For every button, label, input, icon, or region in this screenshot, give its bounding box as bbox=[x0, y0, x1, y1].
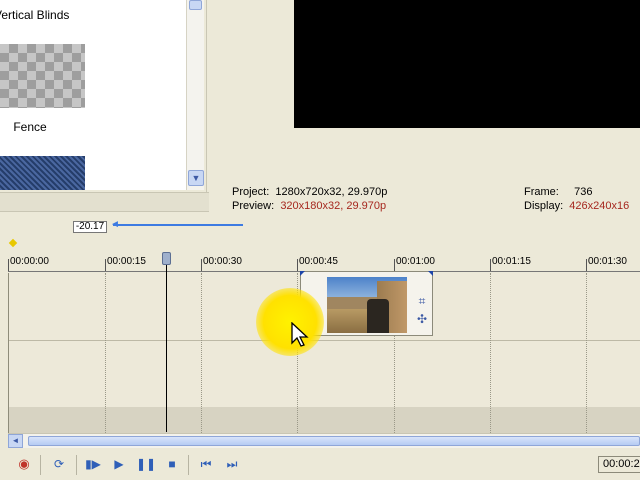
scrollbar-thumb[interactable] bbox=[189, 0, 202, 10]
record-icon[interactable]: ◉ bbox=[15, 456, 33, 473]
play-icon[interactable]: ▶ bbox=[110, 456, 128, 473]
grid-line bbox=[490, 273, 491, 433]
loop-region-bar[interactable] bbox=[113, 224, 243, 226]
frame-info: Frame: 736 bbox=[524, 186, 592, 198]
separator bbox=[188, 455, 189, 475]
transition-label-fence[interactable]: Fence bbox=[0, 120, 60, 134]
display-value: 426x240x16 bbox=[569, 200, 630, 212]
ruler-tick bbox=[586, 259, 587, 271]
project-value: 1280x720x32, 29.970p bbox=[275, 186, 388, 198]
ruler-label: 00:00:30 bbox=[203, 256, 242, 267]
grid-line bbox=[8, 273, 9, 433]
track-divider bbox=[8, 340, 640, 341]
grid-line bbox=[201, 273, 202, 433]
next-frame-icon[interactable]: ⏭ bbox=[223, 456, 241, 473]
preview-label: Preview: bbox=[232, 200, 275, 212]
ruler-tick bbox=[105, 259, 106, 271]
ruler-label: 00:01:30 bbox=[588, 256, 627, 267]
play-from-start-icon[interactable]: ▮▶ bbox=[84, 456, 102, 473]
transitions-panel: Vertical Blinds Fence ▼ bbox=[0, 0, 207, 192]
video-preview-screen bbox=[294, 0, 640, 128]
project-label: Project: bbox=[232, 186, 270, 198]
display-info: Display: 426x240x16 bbox=[524, 200, 629, 212]
ruler-tick bbox=[297, 259, 298, 271]
display-label: Display: bbox=[524, 200, 564, 212]
scroll-left-icon[interactable]: ◄ bbox=[8, 434, 23, 448]
mouse-pointer-icon bbox=[291, 322, 309, 347]
transition-thumb-fence[interactable] bbox=[0, 44, 85, 108]
timecode-display: 00:00:2 bbox=[598, 456, 640, 473]
grid-line bbox=[105, 273, 106, 433]
ruler-tick bbox=[8, 259, 9, 271]
clip-fade-handle[interactable] bbox=[300, 271, 305, 276]
playhead-handle[interactable] bbox=[162, 252, 171, 265]
ruler-label: 00:00:45 bbox=[299, 256, 338, 267]
playhead-line[interactable] bbox=[166, 258, 167, 432]
vertical-scrollbar[interactable]: ▼ bbox=[186, 0, 204, 190]
scrollbar-thumb[interactable] bbox=[28, 436, 640, 446]
ruler-label: 00:00:15 bbox=[107, 256, 146, 267]
transitions-list: Vertical Blinds Fence bbox=[0, 0, 186, 190]
ruler-label: 00:00:00 bbox=[10, 256, 49, 267]
pause-icon[interactable]: ❚❚ bbox=[136, 456, 156, 473]
clip-thumbnail bbox=[327, 277, 407, 333]
previous-frame-icon[interactable]: ⏮ bbox=[197, 456, 215, 473]
loop-icon[interactable]: ⟳ bbox=[50, 456, 68, 473]
crop-icon[interactable]: ⌗ bbox=[415, 294, 429, 308]
preview-info: Preview: 320x180x32, 29.970p bbox=[232, 200, 386, 212]
grid-line bbox=[586, 273, 587, 433]
project-info: Project: 1280x720x32, 29.970p bbox=[232, 186, 387, 198]
empty-track[interactable] bbox=[8, 407, 640, 433]
time-ruler[interactable]: 00:00:00 00:00:15 00:00:30 00:00:45 00:0… bbox=[8, 252, 640, 272]
clip-fade-handle[interactable] bbox=[428, 271, 433, 276]
pan-icon[interactable]: ✣ bbox=[415, 312, 429, 326]
frame-label: Frame: bbox=[524, 186, 559, 198]
frame-value: 736 bbox=[574, 186, 593, 198]
stop-icon[interactable]: ■ bbox=[163, 456, 181, 473]
transition-label-vertical-blinds[interactable]: Vertical Blinds bbox=[0, 8, 69, 22]
ruler-label: 00:01:15 bbox=[492, 256, 531, 267]
ruler-label: 00:01:00 bbox=[396, 256, 435, 267]
timeline-scrollbar[interactable]: ◄ bbox=[8, 433, 640, 448]
ruler-tick bbox=[201, 259, 202, 271]
separator bbox=[40, 455, 41, 475]
ruler-tick bbox=[394, 259, 395, 271]
transitions-footer bbox=[0, 192, 209, 212]
ruler-tick bbox=[490, 259, 491, 271]
separator bbox=[76, 455, 77, 475]
cursor-offset-readout: -20.17 bbox=[73, 221, 107, 233]
transition-thumb[interactable] bbox=[0, 156, 85, 190]
preview-value: 320x180x32, 29.970p bbox=[280, 200, 387, 212]
scroll-down-icon[interactable]: ▼ bbox=[188, 170, 204, 186]
